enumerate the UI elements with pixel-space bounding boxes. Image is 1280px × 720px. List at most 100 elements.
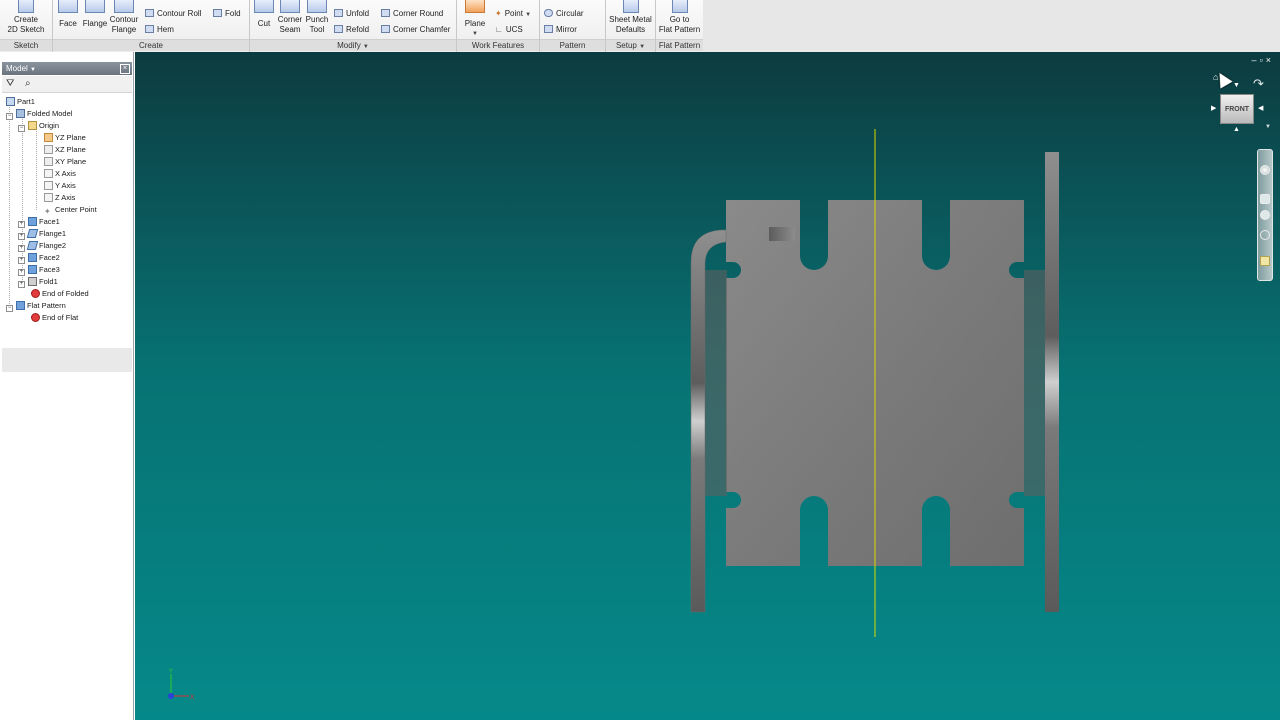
right-flange-shadow <box>1024 270 1045 496</box>
tree-node-end-of-folded[interactable]: End of Folded <box>31 288 89 300</box>
collapse-icon[interactable]: − <box>6 113 13 120</box>
panel-title-flat-pattern: Flat Pattern <box>656 39 703 51</box>
tree-node-label: Y Axis <box>55 181 76 190</box>
svg-text:X: X <box>190 694 194 701</box>
tree-node-y-axis[interactable]: Y Axis <box>44 180 76 192</box>
tree-node-folded-model[interactable]: − Folded Model <box>6 108 72 120</box>
end-of-part-icon <box>31 289 40 298</box>
tree-node-label: XY Plane <box>55 157 87 166</box>
tree-node-face1[interactable]: + Face1 <box>18 216 60 228</box>
tree-node-flat-pattern[interactable]: − Flat Pattern <box>6 300 66 312</box>
axis-triad: Y X <box>168 668 194 701</box>
contour-roll-button[interactable]: Contour Roll <box>145 9 201 19</box>
circular-label: Circular <box>556 9 584 18</box>
unfold-label: Unfold <box>346 9 370 18</box>
panel-title-pattern: Pattern <box>540 39 605 51</box>
flange-button[interactable]: Flange <box>82 0 108 29</box>
corner-seam-label: Corner Seam <box>277 15 303 34</box>
close-icon[interactable]: × <box>120 64 130 74</box>
sheet-metal-defaults-button[interactable]: Sheet Metal Defaults <box>608 0 653 35</box>
left-flange-shadow <box>705 270 727 496</box>
point-label: Point <box>504 9 523 18</box>
point-icon: ✦ <box>495 9 502 18</box>
tree-node-label: Center Point <box>55 205 97 214</box>
browser-title: Model <box>6 64 28 73</box>
tree-node-center-point[interactable]: ✦ Center Point <box>44 204 97 216</box>
tree-node-face2[interactable]: + Face2 <box>18 252 60 264</box>
panel-title-modify[interactable]: Modify ▼ <box>250 39 456 51</box>
punch-tool-icon <box>307 0 327 13</box>
hem-icon <box>145 25 154 33</box>
tree-node-label: Flange2 <box>39 241 67 250</box>
tree-node-label: Z Axis <box>55 193 76 202</box>
corner-round-label: Corner Round <box>393 9 444 18</box>
refold-button[interactable]: Refold <box>334 25 369 35</box>
hem-label: Hem <box>157 25 174 34</box>
flange-label: Flange <box>82 19 108 28</box>
hem-button[interactable]: Hem <box>145 25 174 35</box>
tree-node-face3[interactable]: + Face3 <box>18 264 60 276</box>
tree-node-label: End of Folded <box>42 289 89 298</box>
contour-flange-button[interactable]: Contour Flange <box>109 0 139 35</box>
fold-button[interactable]: Fold <box>213 9 241 19</box>
point-button[interactable]: ✦ Point ▼ <box>495 9 531 20</box>
plane-button[interactable]: Plane ▼ <box>462 0 488 39</box>
corner-round-icon <box>381 9 390 17</box>
contour-roll-icon <box>145 9 154 17</box>
plane-icon <box>44 145 53 154</box>
cut-button[interactable]: Cut <box>254 0 274 29</box>
ucs-icon: ∟ <box>495 25 503 34</box>
corner-seam-button[interactable]: Corner Seam <box>277 0 303 35</box>
corner-round-button[interactable]: Corner Round <box>381 9 443 19</box>
axis-icon <box>44 181 53 190</box>
refold-icon <box>334 25 343 33</box>
point-icon: ✦ <box>44 207 51 216</box>
tree-node-xz-plane[interactable]: XZ Plane <box>44 144 86 156</box>
expand-icon[interactable]: + <box>18 233 25 240</box>
tree-node-part1[interactable]: Part1 <box>6 96 35 108</box>
collapse-icon[interactable]: − <box>6 305 13 312</box>
tree-node-fold1[interactable]: + Fold1 <box>18 276 58 288</box>
tree-node-xy-plane[interactable]: XY Plane <box>44 156 86 168</box>
expand-icon[interactable]: + <box>18 269 25 276</box>
ucs-button[interactable]: ∟ UCS <box>495 25 523 35</box>
tree-node-x-axis[interactable]: X Axis <box>44 168 76 180</box>
corner-chamfer-button[interactable]: Corner Chamfer <box>381 25 450 35</box>
folded-model-icon <box>16 109 25 118</box>
svg-text:Y: Y <box>168 668 173 675</box>
expand-icon[interactable]: + <box>18 257 25 264</box>
chevron-down-icon: ▼ <box>472 31 478 37</box>
unfold-button[interactable]: Unfold <box>334 9 369 19</box>
tree-highlight <box>2 360 132 372</box>
browser-title-bar[interactable]: Model ▼ × <box>2 62 132 75</box>
filter-icon[interactable]: ⛛ <box>6 78 14 90</box>
mirror-button[interactable]: Mirror <box>544 25 577 35</box>
collapse-icon[interactable]: − <box>18 125 25 132</box>
punch-tool-button[interactable]: Punch Tool <box>305 0 329 35</box>
tree-node-end-of-flat[interactable]: End of Flat <box>31 312 78 324</box>
right-flange[interactable] <box>1045 152 1059 612</box>
expand-icon[interactable]: + <box>18 221 25 228</box>
panel-title-setup[interactable]: Setup ▼ <box>606 39 655 51</box>
graphics-viewport[interactable]: ‒▫× ⌂ ↷ FRONT ▶ ◀ ▼ ▲ ▼ Y X <box>135 52 1280 720</box>
tree-node-flange1[interactable]: + Flange1 <box>18 228 66 240</box>
expand-icon[interactable]: + <box>18 281 25 288</box>
tree-node-label: Fold1 <box>39 277 58 286</box>
face-icon <box>28 253 37 262</box>
find-icon[interactable]: ⌕ <box>25 78 31 90</box>
tree-node-flange2[interactable]: + Flange2 <box>18 240 66 252</box>
part-model[interactable] <box>135 52 1280 720</box>
plane-icon <box>465 0 485 13</box>
tree-node-z-axis[interactable]: Z Axis <box>44 192 75 204</box>
corner-chamfer-label: Corner Chamfer <box>393 25 451 34</box>
tree-node-yz-plane[interactable]: YZ Plane <box>44 132 86 144</box>
circular-button[interactable]: Circular <box>544 9 584 19</box>
tree-node-label: Part1 <box>17 97 35 106</box>
create-2d-sketch-button[interactable]: Create 2D Sketch <box>6 0 46 35</box>
fold-label: Fold <box>225 9 241 18</box>
face-button[interactable]: Face <box>58 0 78 29</box>
go-to-flat-pattern-button[interactable]: Go to Flat Pattern <box>658 0 701 35</box>
panel-title-sketch: Sketch <box>0 39 52 51</box>
tree-node-origin[interactable]: − Origin <box>18 120 59 132</box>
expand-icon[interactable]: + <box>18 245 25 252</box>
